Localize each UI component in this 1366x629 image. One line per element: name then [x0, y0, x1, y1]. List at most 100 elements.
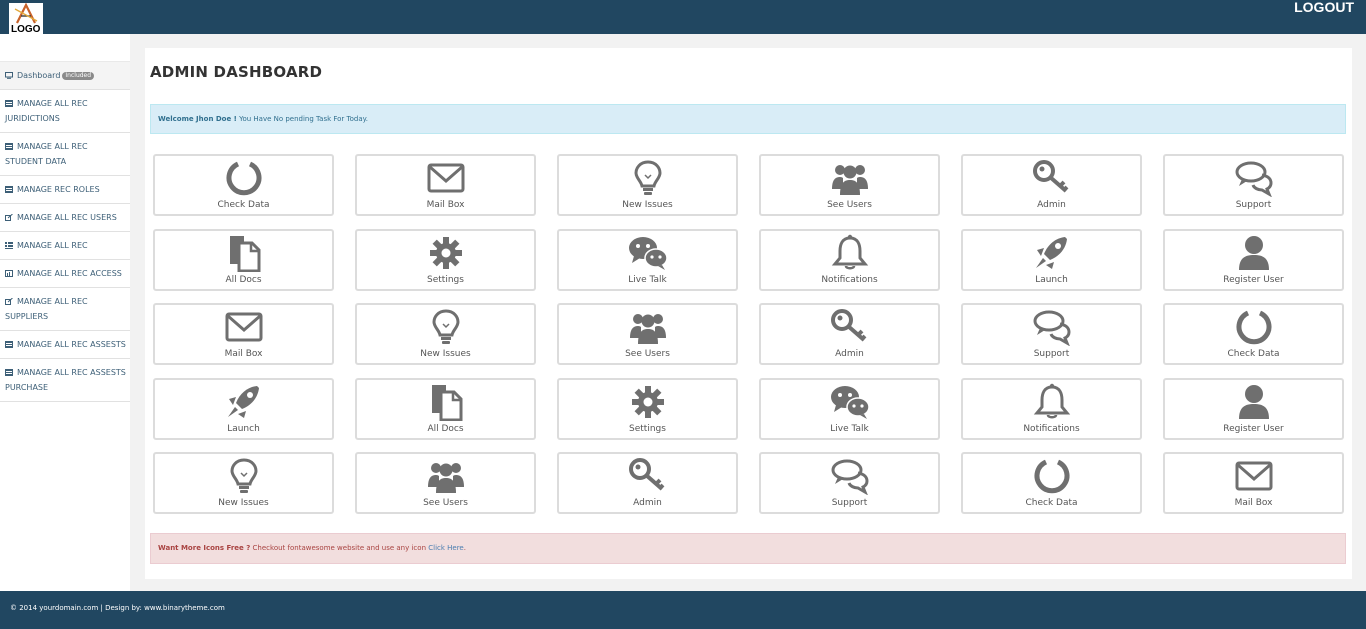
table-icon: [5, 369, 13, 376]
sidebar-item-roles[interactable]: MANAGE REC ROLES: [0, 176, 130, 204]
key-icon: [830, 308, 870, 346]
rocket-icon: [224, 383, 264, 421]
tile-label: Admin: [835, 349, 864, 359]
tile-notifications[interactable]: Notifications: [961, 377, 1142, 440]
tile-label: Support: [831, 498, 868, 508]
tile-all-docs[interactable]: All Docs: [153, 228, 334, 291]
table-icon: [5, 143, 13, 150]
tile-label: Mail Box: [224, 349, 263, 359]
tile-support[interactable]: Support: [759, 452, 940, 514]
tile-see-users[interactable]: See Users: [557, 303, 738, 365]
user-icon: [1234, 383, 1274, 421]
tile-settings[interactable]: Settings: [355, 228, 536, 291]
tile-admin[interactable]: Admin: [961, 154, 1142, 216]
welcome-name: Welcome Jhon Doe !: [158, 115, 237, 123]
circle-notch-icon: [1032, 457, 1072, 495]
logo[interactable]: LOGO: [9, 3, 43, 35]
tile-see-users[interactable]: See Users: [355, 452, 536, 514]
main-panel: ADMIN DASHBOARD Welcome Jhon Doe ! You H…: [145, 48, 1352, 579]
tile-label: Notifications: [1023, 423, 1080, 434]
tile-label: Check Data: [217, 200, 270, 210]
tile-all-docs[interactable]: All Docs: [355, 377, 536, 440]
sidebar-item-label: MANAGE REC ROLES: [17, 185, 100, 194]
welcome-message: You Have No pending Task For Today.: [236, 115, 369, 123]
tile-admin[interactable]: Admin: [759, 303, 940, 365]
tile-settings[interactable]: Settings: [557, 377, 738, 440]
sidebar-item-juridictions[interactable]: MANAGE ALL REC JURIDICTIONS: [0, 90, 130, 133]
tile-mail-box[interactable]: Mail Box: [355, 154, 536, 216]
tile-label: Mail Box: [1234, 498, 1273, 508]
sidebar-item-access[interactable]: MANAGE ALL REC ACCESS: [0, 260, 130, 288]
table-icon: [5, 341, 13, 348]
click-here-link[interactable]: Click Here: [428, 544, 464, 552]
tile-live-talk[interactable]: Live Talk: [759, 377, 940, 440]
tile-new-issues[interactable]: New Issues: [355, 303, 536, 365]
tile-label: Check Data: [1227, 349, 1280, 359]
tile-register-user[interactable]: Register User: [1163, 228, 1344, 291]
envelope-icon: [224, 308, 264, 346]
tile-see-users[interactable]: See Users: [759, 154, 940, 216]
tile-mail-box[interactable]: Mail Box: [153, 303, 334, 365]
tile-register-user[interactable]: Register User: [1163, 377, 1344, 440]
logout-button[interactable]: LOGOUT: [1294, 0, 1354, 15]
sidebar-item-assests-purchase[interactable]: MANAGE ALL REC ASSESTS PURCHASE: [0, 359, 130, 402]
tile-new-issues[interactable]: New Issues: [557, 154, 738, 216]
tile-live-talk[interactable]: Live Talk: [557, 228, 738, 291]
sidebar-item-users[interactable]: MANAGE ALL REC USERS: [0, 204, 130, 232]
tile-label: All Docs: [427, 423, 464, 434]
user-icon: [1234, 234, 1274, 272]
envelope-icon: [426, 159, 466, 197]
tile-label: Admin: [1037, 200, 1066, 210]
tile-admin[interactable]: Admin: [557, 452, 738, 514]
sidebar: Dashboard Included MANAGE ALL REC JURIDIC…: [0, 34, 130, 591]
tile-label: Launch: [1035, 274, 1068, 285]
gear-icon: [628, 383, 668, 421]
logo-mark-icon: [14, 3, 38, 24]
sidebar-item-label: MANAGE ALL REC: [17, 241, 88, 250]
tile-launch[interactable]: Launch: [961, 228, 1142, 291]
tile-label: See Users: [827, 200, 872, 210]
promo-heading: Want More Icons Free ?: [158, 544, 251, 552]
tile-support[interactable]: Support: [1163, 154, 1344, 216]
tile-notifications[interactable]: Notifications: [759, 228, 940, 291]
sidebar-item-student-data[interactable]: MANAGE ALL REC STUDENT DATA: [0, 133, 130, 176]
rocket-icon: [1032, 234, 1072, 272]
tile-check-data[interactable]: Check Data: [1163, 303, 1344, 365]
tile-check-data[interactable]: Check Data: [153, 154, 334, 216]
tile-launch[interactable]: Launch: [153, 377, 334, 440]
edit-icon: [5, 214, 13, 221]
copy-icon: [224, 234, 264, 272]
tile-label: New Issues: [622, 200, 673, 210]
chart-icon: [5, 270, 13, 277]
tile-label: New Issues: [218, 498, 269, 508]
sidebar-item-rec[interactable]: MANAGE ALL REC: [0, 232, 130, 260]
table-icon: [5, 186, 13, 193]
tile-support[interactable]: Support: [961, 303, 1142, 365]
sidebar-item-dashboard[interactable]: Dashboard Included: [0, 61, 130, 90]
tile-label: New Issues: [420, 349, 471, 359]
tile-mail-box[interactable]: Mail Box: [1163, 452, 1344, 514]
sidebar-item-label: MANAGE ALL REC STUDENT DATA: [5, 142, 88, 166]
sidebar-item-label: MANAGE ALL REC ASSESTS: [17, 340, 126, 349]
top-navbar: LOGO LOGOUT: [0, 0, 1366, 35]
tile-new-issues[interactable]: New Issues: [153, 452, 334, 514]
users-icon: [830, 159, 870, 197]
sidebar-item-suppliers[interactable]: MANAGE ALL REC SUPPLIERS: [0, 288, 130, 331]
envelope-icon: [1234, 457, 1274, 495]
table-icon: [5, 100, 13, 107]
key-icon: [628, 457, 668, 495]
promo-alert: Want More Icons Free ? Checkout fontawes…: [150, 533, 1346, 564]
tile-check-data[interactable]: Check Data: [961, 452, 1142, 514]
sidebar-item-assests[interactable]: MANAGE ALL REC ASSESTS: [0, 331, 130, 359]
tile-label: Check Data: [1025, 498, 1078, 508]
sidebar-menu: Dashboard Included MANAGE ALL REC JURIDIC…: [0, 61, 130, 402]
tile-label: Admin: [633, 498, 662, 508]
tile-label: Notifications: [821, 274, 878, 285]
comments-icon: [1032, 308, 1072, 346]
lightbulb-icon: [426, 308, 466, 346]
tile-label: Settings: [629, 423, 666, 434]
bell-icon: [830, 234, 870, 272]
tile-label: Launch: [227, 423, 260, 434]
comments-icon: [830, 457, 870, 495]
footer: © 2014 yourdomain.com | Design by: www.b…: [0, 591, 1366, 629]
